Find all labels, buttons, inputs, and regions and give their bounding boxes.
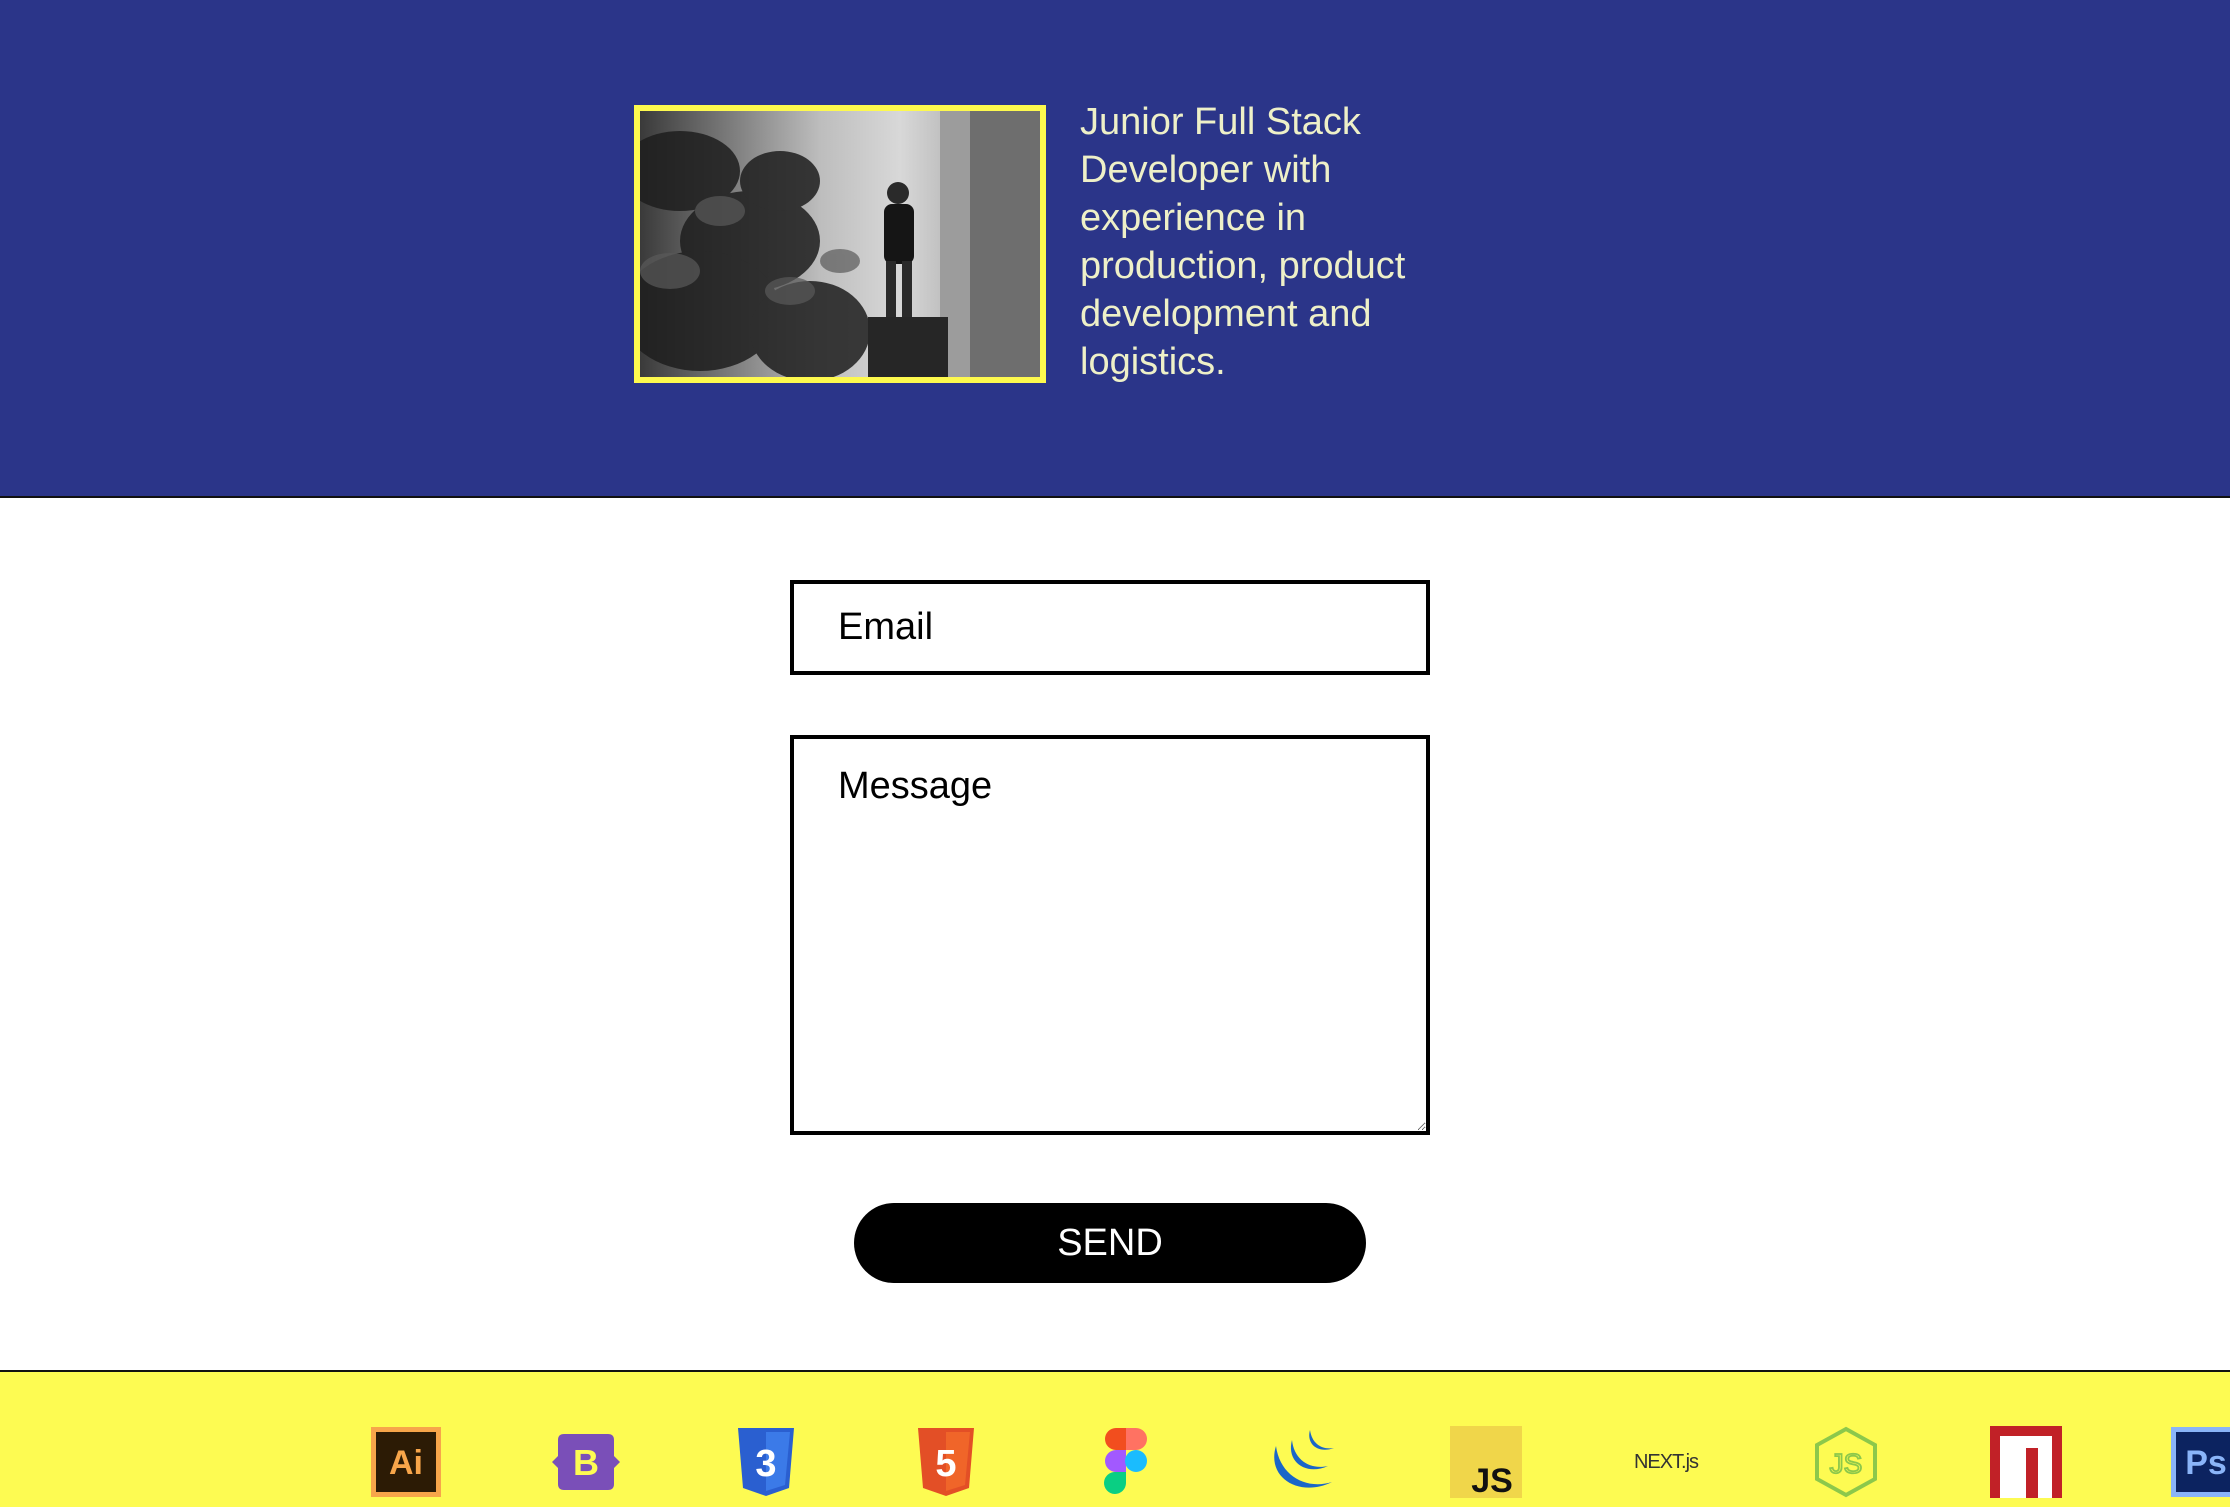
contact-form: SEND (0, 500, 2230, 1370)
html5-icon: 5 (910, 1426, 982, 1498)
figma-icon (1090, 1426, 1162, 1498)
message-field[interactable] (790, 735, 1430, 1135)
bootstrap-icon: B (550, 1426, 622, 1498)
profile-photo (634, 105, 1046, 383)
javascript-icon-label: JS (1471, 1462, 1513, 1498)
nodejs-icon: JS (1810, 1426, 1882, 1498)
hero-section: Junior Full Stack Developer with experie… (0, 0, 2230, 498)
bootstrap-icon-label: B (573, 1442, 599, 1483)
illustrator-icon-label: Ai (389, 1444, 423, 1482)
javascript-icon: JS (1450, 1426, 1522, 1498)
css3-icon-label: 3 (755, 1443, 776, 1485)
illustrator-icon: Ai (370, 1426, 442, 1498)
photoshop-icon: Ps (2170, 1426, 2230, 1498)
npm-icon (1990, 1426, 2062, 1498)
profile-photo-image (640, 111, 1040, 377)
photoshop-icon-label: Ps (2185, 1444, 2227, 1482)
css3-icon: 3 (730, 1426, 802, 1498)
email-field[interactable] (790, 580, 1430, 675)
html5-icon-label: 5 (935, 1443, 956, 1485)
nextjs-icon-label: NEXT.js (1634, 1451, 1699, 1473)
intro-text: Junior Full Stack Developer with experie… (1080, 101, 1406, 383)
jquery-icon (1270, 1426, 1342, 1498)
nextjs-icon: NEXT.js (1630, 1426, 1702, 1498)
nodejs-icon-label: JS (1830, 1448, 1863, 1479)
send-button[interactable]: SEND (854, 1203, 1366, 1283)
tech-stack-bar: Ai B 3 5 JS NEXT.js JS Ps (0, 1370, 2230, 1507)
